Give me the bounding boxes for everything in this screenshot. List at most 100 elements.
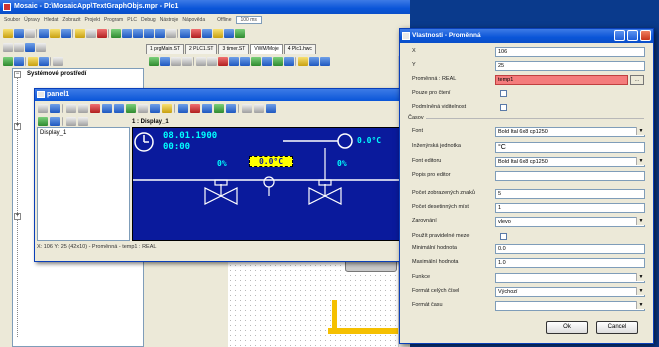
chevron-down-icon[interactable]: ▼: [636, 217, 645, 225]
bargraph-icon[interactable]: [126, 103, 136, 113]
tree-root-label[interactable]: Systémové prostředí: [13, 69, 143, 77]
arrow-icon[interactable]: [196, 56, 206, 66]
readonly-checkbox[interactable]: [500, 90, 507, 97]
chevron-down-icon[interactable]: ▼: [636, 301, 645, 309]
group-objects-icon[interactable]: [214, 103, 224, 113]
x-field[interactable]: 106: [495, 47, 645, 57]
redo-icon[interactable]: [182, 56, 192, 66]
menu-item-debug[interactable]: Debug: [141, 17, 156, 23]
open-icon[interactable]: [14, 28, 24, 38]
debug-icon[interactable]: [122, 28, 132, 38]
text-a-icon[interactable]: [78, 103, 88, 113]
list-item[interactable]: Display_1: [40, 130, 127, 136]
rectangle-icon[interactable]: [102, 103, 112, 113]
window-icon[interactable]: [133, 28, 143, 38]
chevron-down-icon[interactable]: ▼: [636, 157, 645, 165]
menu-item-file[interactable]: Soubor: [4, 17, 20, 23]
cascade-icon[interactable]: [224, 28, 234, 38]
panel1-titlebar[interactable]: panel1: [35, 89, 407, 101]
rect-tool-icon[interactable]: [229, 56, 239, 66]
max-value-field[interactable]: 1.0: [495, 258, 645, 268]
function-select[interactable]: [495, 273, 645, 283]
properties-titlebar[interactable]: Vlastnosti - Proměnná: [400, 29, 653, 43]
meter-icon[interactable]: [150, 103, 160, 113]
chevron-down-icon[interactable]: ▼: [636, 127, 645, 135]
tab-timer[interactable]: 3 timer.ST: [218, 44, 250, 54]
build-icon[interactable]: [86, 28, 96, 38]
align-left-icon[interactable]: [178, 103, 188, 113]
ok-button[interactable]: Ok: [546, 321, 588, 334]
run-icon[interactable]: [111, 28, 121, 38]
props-icon[interactable]: [14, 42, 24, 52]
bar-tool-icon[interactable]: [262, 56, 272, 66]
move-up-icon[interactable]: [66, 116, 76, 126]
limits-checkbox[interactable]: [500, 233, 507, 240]
menu-item-view[interactable]: Zobrazit: [62, 17, 80, 23]
canvas-pipe-horizontal[interactable]: [328, 328, 398, 334]
image-tool-icon[interactable]: [240, 56, 250, 66]
ungroup-icon[interactable]: [226, 103, 236, 113]
compile-icon[interactable]: [75, 28, 85, 38]
library-icon[interactable]: [25, 42, 35, 52]
editor-font-select[interactable]: Bold Ital 6x8 cp1250: [495, 157, 645, 167]
move-down-icon[interactable]: [78, 116, 88, 126]
help-icon[interactable]: [266, 103, 276, 113]
int-format-select[interactable]: Výchozí: [495, 287, 645, 297]
canvas-pipe-vertical[interactable]: [332, 300, 337, 330]
hmi-selected-variable[interactable]: 0.0°C: [249, 156, 293, 167]
variable-field[interactable]: temp1: [495, 75, 628, 85]
tab-plc1[interactable]: 2 PLC1.ST: [185, 44, 218, 54]
menu-item-edit[interactable]: Úpravy: [24, 17, 40, 23]
tab-prgmain[interactable]: 1 prgMain.ST: [146, 44, 185, 54]
font-icon[interactable]: [213, 28, 223, 38]
pointer-tool-icon[interactable]: [66, 103, 76, 113]
chevron-down-icon[interactable]: ▼: [636, 273, 645, 281]
settings-icon[interactable]: [36, 42, 46, 52]
cut-icon[interactable]: [39, 28, 49, 38]
tree-icon[interactable]: [3, 42, 13, 52]
char-count-field[interactable]: 5: [495, 189, 645, 199]
zoom-icon[interactable]: [160, 56, 170, 66]
send-back-icon[interactable]: [202, 103, 212, 113]
home-icon[interactable]: [14, 56, 24, 66]
copy-display-icon[interactable]: [50, 116, 60, 126]
bring-front-icon[interactable]: [190, 103, 200, 113]
tab-plc1-hwc[interactable]: 4 Plc1.hwc: [283, 44, 316, 54]
globe-icon[interactable]: [3, 56, 13, 66]
stop-icon[interactable]: [97, 28, 107, 38]
lamp-icon[interactable]: [162, 103, 172, 113]
menu-item-help[interactable]: Nápověda: [182, 17, 205, 23]
trend-tool-icon[interactable]: [284, 56, 294, 66]
menu-item-tools[interactable]: Nástroje: [160, 17, 179, 23]
min-value-field[interactable]: 0.0: [495, 244, 645, 254]
panel-icon[interactable]: [166, 28, 176, 38]
book-icon[interactable]: [53, 56, 63, 66]
font-select[interactable]: Bold Ital 6x8 cp1250: [495, 127, 645, 137]
panel-save-icon[interactable]: [38, 103, 48, 113]
grid-icon[interactable]: [144, 28, 154, 38]
info-icon[interactable]: [39, 56, 49, 66]
hmi-display-preview[interactable]: 08.01.1900 00:00 0.0°C 0% 0.0°C 0%: [132, 127, 405, 241]
monitor-icon[interactable]: [180, 28, 190, 38]
tree-expand-icon[interactable]: +: [14, 123, 21, 130]
bitmap-tool-icon[interactable]: [251, 56, 261, 66]
menu-item-plc[interactable]: PLC: [127, 17, 137, 23]
bitmap-icon[interactable]: [114, 103, 124, 113]
paste-icon[interactable]: [61, 28, 71, 38]
layout-icon[interactable]: [155, 28, 165, 38]
hmi-valve-right-value[interactable]: 0%: [337, 159, 347, 168]
text-a-red-icon[interactable]: [90, 103, 100, 113]
panel-export-icon[interactable]: [50, 103, 60, 113]
visibility-checkbox[interactable]: [500, 104, 507, 111]
hmi-temp-readout[interactable]: 0.0°C: [357, 136, 381, 145]
add-display-icon[interactable]: [38, 116, 48, 126]
order-icon[interactable]: [320, 56, 330, 66]
plc-icon[interactable]: [191, 28, 201, 38]
chevron-down-icon[interactable]: ▼: [636, 287, 645, 295]
browse-variable-button[interactable]: ...: [630, 75, 644, 85]
menu-item-program[interactable]: Program: [104, 17, 123, 23]
undo-icon[interactable]: [171, 56, 181, 66]
unit-field[interactable]: °C: [495, 142, 645, 153]
y-field[interactable]: 25: [495, 61, 645, 71]
connect-icon[interactable]: [235, 28, 245, 38]
